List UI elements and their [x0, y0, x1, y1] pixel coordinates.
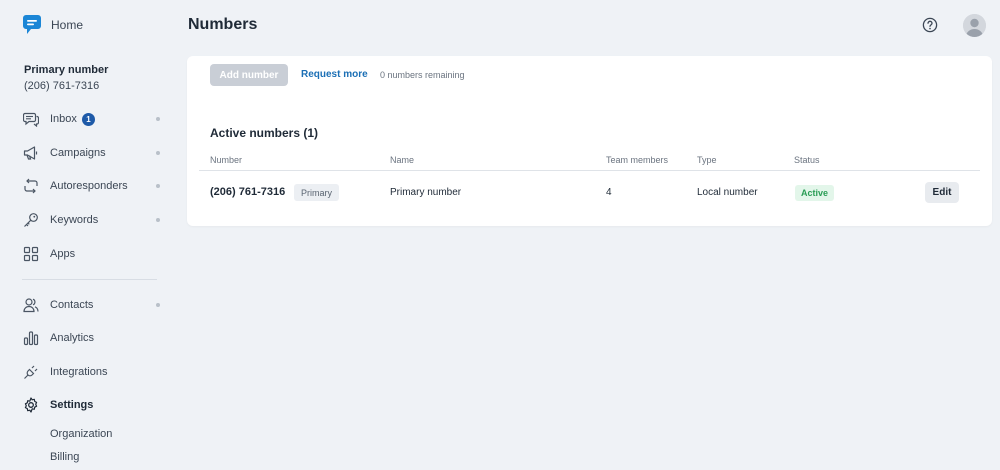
- expand-dot-icon: [156, 184, 160, 188]
- chat-bubbles-icon: [22, 110, 40, 128]
- sidebar-item-label: Keywords: [50, 214, 99, 226]
- row-team-members: 4: [606, 187, 612, 198]
- settings-sub-billing[interactable]: Billing: [50, 451, 79, 463]
- user-avatar-icon: [963, 14, 986, 37]
- add-number-button[interactable]: Add number: [210, 64, 288, 86]
- sidebar-item-label: Integrations: [50, 366, 108, 378]
- table-divider: [199, 170, 980, 171]
- row-name: Primary number: [390, 187, 462, 198]
- sidebar-item-settings[interactable]: Settings: [22, 394, 162, 416]
- sidebar-item-contacts[interactable]: Contacts: [22, 294, 162, 316]
- help-icon[interactable]: [922, 17, 938, 33]
- sidebar-item-label: Settings: [50, 399, 94, 411]
- status-badge: Active: [795, 185, 835, 201]
- sidebar-item-keywords[interactable]: Keywords: [22, 209, 162, 231]
- row-number: (206) 761-7316: [210, 186, 286, 198]
- numbers-remaining: 0 numbers remaining: [380, 70, 465, 80]
- page-title: Numbers: [188, 16, 258, 33]
- avatar[interactable]: [963, 14, 986, 37]
- sidebar-item-label: Inbox: [50, 113, 77, 125]
- sidebar-item-label: Autoresponders: [50, 180, 128, 192]
- auto-reply-icon: [22, 177, 40, 195]
- expand-dot-icon: [156, 151, 160, 155]
- sidebar-item-label: Campaigns: [50, 147, 106, 159]
- sidebar-divider: [22, 279, 157, 280]
- numbers-card: Add number Request more 0 numbers remain…: [187, 56, 992, 226]
- expand-dot-icon: [156, 303, 160, 307]
- expand-dot-icon: [156, 117, 160, 121]
- sidebar-item-label: Analytics: [50, 332, 95, 344]
- row-type: Local number: [697, 187, 758, 198]
- inbox-count-badge: 1: [81, 112, 95, 126]
- request-more-link[interactable]: Request more: [301, 69, 368, 80]
- column-header-team-members: Team members: [606, 155, 669, 165]
- sidebar-item-campaigns[interactable]: Campaigns: [22, 142, 162, 164]
- primary-number-title: Primary number: [24, 64, 109, 76]
- edit-button[interactable]: Edit: [925, 182, 959, 203]
- home-label: Home: [51, 18, 84, 32]
- contacts-icon: [22, 296, 40, 314]
- sidebar-item-label: Apps: [50, 248, 76, 260]
- column-header-number: Number: [210, 155, 243, 165]
- column-header-type: Type: [697, 155, 717, 165]
- plug-icon: [22, 363, 40, 381]
- primary-number-phone: (206) 761-7316: [24, 80, 100, 92]
- sidebar-item-apps[interactable]: Apps: [22, 243, 162, 265]
- apps-grid-icon: [22, 245, 40, 263]
- primary-number-info: Primary number (206) 761-7316: [24, 64, 108, 92]
- bar-chart-icon: [22, 329, 40, 347]
- primary-tag: Primary: [294, 184, 339, 201]
- gear-icon: [22, 396, 40, 414]
- logo-chat-icon: [22, 14, 42, 36]
- sidebar-item-label: Contacts: [50, 299, 94, 311]
- sidebar-item-integrations[interactable]: Integrations: [22, 361, 162, 383]
- key-icon: [22, 211, 40, 229]
- active-numbers-title: Active numbers (1): [210, 126, 319, 140]
- sidebar-item-autoresponders[interactable]: Autoresponders: [22, 175, 162, 197]
- column-header-name: Name: [390, 155, 415, 165]
- settings-sub-organization[interactable]: Organization: [50, 428, 112, 440]
- megaphone-icon: [22, 144, 40, 162]
- sidebar-item-inbox[interactable]: Inbox 1: [22, 108, 162, 130]
- column-header-status: Status: [794, 155, 820, 165]
- expand-dot-icon: [156, 218, 160, 222]
- sidebar-item-analytics[interactable]: Analytics: [22, 327, 162, 349]
- home-link[interactable]: Home: [22, 14, 83, 36]
